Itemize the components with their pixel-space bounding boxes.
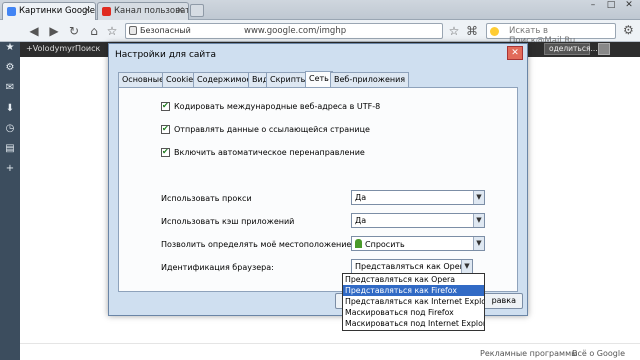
browser-id-label: Идентификация браузера: bbox=[161, 263, 274, 272]
checkbox-redirect[interactable] bbox=[161, 147, 170, 157]
share-button[interactable]: оделиться... bbox=[544, 43, 598, 55]
add-panel-icon[interactable]: + bbox=[4, 163, 16, 175]
minimize-icon[interactable]: – bbox=[584, 0, 602, 14]
chevron-down-icon[interactable]: ▼ bbox=[473, 237, 484, 250]
youtube-favicon-icon bbox=[102, 7, 111, 16]
geolocation-value: Спросить bbox=[365, 240, 405, 249]
tab-web-applications[interactable]: Веб-приложения bbox=[330, 72, 410, 87]
browser-id-select[interactable]: Представляться как Opera ▼ bbox=[351, 259, 473, 274]
browser-id-dropdown: Представляться как Opera Представляться … bbox=[342, 273, 485, 331]
mail-icon[interactable]: ✉ bbox=[4, 82, 16, 94]
mailru-search-icon bbox=[490, 27, 499, 36]
security-label: Безопасный bbox=[140, 26, 191, 35]
back-icon[interactable]: ◀ bbox=[26, 23, 42, 39]
dropdown-option-firefox[interactable]: Представляться как Firefox bbox=[343, 285, 484, 296]
window-close-icon[interactable]: ✕ bbox=[620, 0, 638, 14]
tab-general[interactable]: Основные bbox=[118, 72, 169, 87]
dropdown-option-mask-firefox[interactable]: Маскироваться под Firefox bbox=[343, 307, 484, 318]
checkbox-label: Кодировать международные веб-адреса в UT… bbox=[174, 102, 381, 111]
app-cache-label: Использовать кэш приложений bbox=[161, 217, 295, 226]
google-favicon-icon bbox=[7, 7, 16, 16]
select-value: Да bbox=[355, 216, 367, 225]
dropdown-option-opera[interactable]: Представляться как Opera bbox=[343, 274, 484, 285]
close-tab-icon[interactable]: ✕ bbox=[176, 6, 184, 16]
forward-icon[interactable]: ▶ bbox=[46, 23, 62, 39]
wrench-icon[interactable]: ⚙ bbox=[623, 23, 634, 37]
geolocation-select[interactable]: Спросить ▼ bbox=[351, 236, 485, 251]
tab-bar: Картинки Google ✕ Канал пользовате... ✕ … bbox=[0, 0, 640, 20]
home-icon[interactable]: ⌂ bbox=[86, 23, 102, 39]
checkbox-utf8[interactable] bbox=[161, 101, 170, 111]
footer-divider bbox=[20, 343, 640, 344]
navigation-toolbar: ◀ ▶ ↻ ⌂ ☆ Безопасный www.google.com/imgh… bbox=[0, 20, 640, 46]
bookmark-icon[interactable]: ☆ bbox=[104, 23, 120, 39]
settings-icon[interactable]: ⚙ bbox=[4, 62, 16, 74]
tab-network[interactable]: Сеть bbox=[305, 71, 333, 87]
select-value: Представляться как Opera bbox=[355, 262, 468, 271]
geolocation-label: Позволить определять моё местоположение bbox=[161, 240, 352, 249]
chevron-down-icon[interactable]: ▼ bbox=[473, 191, 484, 204]
checkbox-label: Отправлять данные о ссылающейся странице bbox=[174, 125, 370, 134]
tab-youtube-channel[interactable]: Канал пользовате... ✕ bbox=[97, 2, 189, 20]
reload-icon[interactable]: ↻ bbox=[66, 23, 82, 39]
maximize-icon[interactable]: □ bbox=[602, 0, 620, 14]
lock-icon bbox=[129, 26, 137, 35]
chevron-down-icon[interactable]: ▼ bbox=[473, 214, 484, 227]
dialog-title: Настройки для сайта bbox=[115, 50, 217, 60]
app-cache-select[interactable]: Да ▼ bbox=[351, 213, 485, 228]
geolocation-icon bbox=[355, 239, 362, 248]
dialog-close-button[interactable]: ✕ bbox=[507, 46, 523, 60]
security-badge[interactable]: Безопасный bbox=[129, 26, 191, 35]
address-bar[interactable]: Безопасный www.google.com/imghp bbox=[125, 23, 443, 39]
search-input[interactable]: Искать в Поиск@Mail.Ru bbox=[486, 23, 616, 46]
google-bar-search-link[interactable]: Поиск bbox=[75, 44, 100, 53]
google-bar-user-link[interactable]: +Volodymyr bbox=[26, 44, 75, 53]
chevron-down-icon[interactable]: ▼ bbox=[461, 260, 472, 273]
network-panel: Кодировать международные веб-адреса в UT… bbox=[118, 87, 518, 292]
footer-about-link[interactable]: Всё о Google bbox=[572, 349, 625, 358]
bookmarks-icon[interactable]: ★ bbox=[4, 42, 16, 54]
close-tab-icon[interactable]: ✕ bbox=[83, 6, 91, 16]
side-panel: ★ ⚙ ✉ ⬇ ◷ ▤ + bbox=[0, 42, 20, 360]
url-text[interactable]: www.google.com/imghp bbox=[244, 26, 346, 36]
select-value: Спросить bbox=[355, 239, 405, 249]
downloads-icon[interactable]: ⬇ bbox=[4, 103, 16, 115]
notes-icon[interactable]: ▤ bbox=[4, 143, 16, 155]
dropdown-option-mask-ie[interactable]: Маскироваться под Internet Explorer bbox=[343, 318, 484, 329]
proxy-select[interactable]: Да ▼ bbox=[351, 190, 485, 205]
avatar[interactable] bbox=[598, 43, 610, 55]
history-icon[interactable]: ◷ bbox=[4, 123, 16, 135]
footer-ads-link[interactable]: Рекламные программы bbox=[480, 349, 577, 358]
select-value: Да bbox=[355, 193, 367, 202]
tab-content[interactable]: Содержимое bbox=[193, 72, 256, 87]
tab-google-images[interactable]: Картинки Google ✕ bbox=[2, 2, 96, 20]
rss-icon[interactable]: ⌘ bbox=[464, 23, 480, 39]
checkbox-referrer[interactable] bbox=[161, 124, 170, 134]
new-tab-button[interactable] bbox=[190, 4, 204, 17]
star-icon[interactable]: ☆ bbox=[446, 23, 462, 39]
proxy-label: Использовать прокси bbox=[161, 194, 252, 203]
dropdown-option-ie[interactable]: Представляться как Internet Explorer bbox=[343, 296, 484, 307]
checkbox-label: Включить автоматическое перенаправление bbox=[174, 148, 365, 157]
